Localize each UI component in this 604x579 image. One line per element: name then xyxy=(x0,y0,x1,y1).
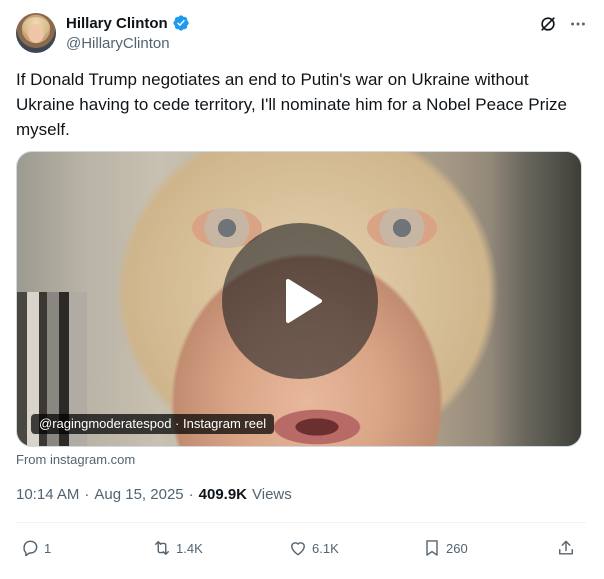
tweet-date[interactable]: Aug 15, 2025 xyxy=(94,486,183,503)
tweet-meta: 10:14 AM · Aug 15, 2025 · 409.9K Views xyxy=(16,486,292,503)
avatar[interactable] xyxy=(16,13,56,53)
more-options-icon[interactable] xyxy=(568,14,588,34)
share-button[interactable] xyxy=(556,532,576,564)
heart-icon xyxy=(291,542,305,556)
avatar-face xyxy=(28,24,44,43)
verified-badge-icon[interactable] xyxy=(172,14,190,32)
tweet-time[interactable]: 10:14 AM xyxy=(16,486,79,503)
tweet-card: Hillary Clinton @HillaryClinton If Donal… xyxy=(0,0,604,579)
views-label: Views xyxy=(252,486,292,503)
action-bar: 1 1.4K 6.1K 260 xyxy=(16,532,586,564)
meta-separator: · xyxy=(84,486,90,503)
play-button[interactable] xyxy=(222,223,378,379)
media-source-tag: @ragingmoderatespod · Instagram reel xyxy=(31,414,275,434)
author-name[interactable]: Hillary Clinton xyxy=(66,15,168,32)
author-name-row: Hillary Clinton xyxy=(66,14,190,32)
repost-button[interactable]: 1.4K xyxy=(152,532,203,564)
divider xyxy=(16,522,586,523)
repost-count: 1.4K xyxy=(176,540,203,556)
tweet-text: If Donald Trump negotiates an end to Put… xyxy=(16,70,567,139)
face-eye-right xyxy=(367,208,437,248)
bookmark-icon xyxy=(426,540,438,556)
top-right-actions xyxy=(538,14,588,34)
author-handle[interactable]: @HillaryClinton xyxy=(66,35,170,52)
reply-icon xyxy=(23,540,38,557)
link-source[interactable]: From instagram.com xyxy=(16,452,135,467)
reply-count: 1 xyxy=(44,540,52,556)
share-icon xyxy=(559,540,573,555)
grok-icon[interactable] xyxy=(538,14,558,34)
meta-separator: · xyxy=(188,486,194,503)
play-icon xyxy=(286,279,322,323)
bookmark-count: 260 xyxy=(446,540,468,556)
bookmark-button[interactable]: 260 xyxy=(422,532,468,564)
face-mouth xyxy=(267,407,367,446)
like-button[interactable]: 6.1K xyxy=(288,532,339,564)
reply-button[interactable]: 1 xyxy=(20,532,51,564)
views-count: 409.9K xyxy=(198,486,248,503)
repost-icon xyxy=(155,541,169,555)
like-count: 6.1K xyxy=(312,540,339,556)
background-shade xyxy=(491,152,581,446)
video-thumbnail[interactable]: @ragingmoderatespod · Instagram reel xyxy=(16,151,582,447)
